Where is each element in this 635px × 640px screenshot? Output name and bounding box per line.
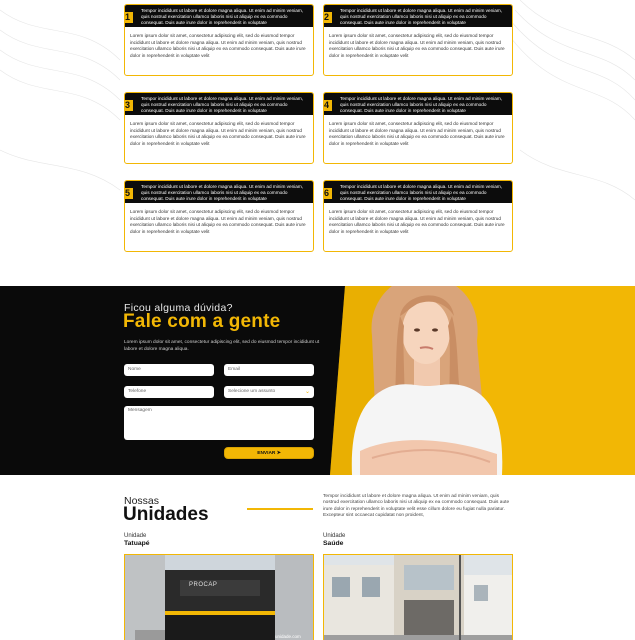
subject-value: Selecione um assunto [228,389,276,394]
storefront-image [324,555,512,640]
feature-card-header: 1 Tempor incididunt ut labore et dolore … [125,5,313,27]
send-label: ENVIAR [257,451,276,456]
feature-header-text: Tempor incididunt ut labore et dolore ma… [340,8,503,25]
feature-card-header: 4 Tempor incididunt ut labore et dolore … [324,93,512,115]
contact-background [330,286,635,475]
feature-body-text: Lorem ipsum dolor sit amet, consectetur … [130,209,306,234]
unit-name: Saúde [323,540,344,547]
unit-photo-tatuape[interactable]: PROCAP unidade.com [124,554,314,640]
phone-placeholder: Telefone [128,389,147,394]
feature-body-text: Lorem ipsum dolor sit amet, consectetur … [329,33,505,58]
feature-number: 1 [125,11,134,24]
feature-card: 6 Tempor incididunt ut labore et dolore … [323,180,513,252]
units-section: Nossas Unidades Tempor incididunt ut lab… [0,475,635,640]
message-field[interactable]: Mensagem [124,406,314,440]
unit-label: Unidade [124,533,147,539]
email-placeholder: Email [228,367,240,372]
contact-section: Ficou alguma dúvida? Fale com a gente Lo… [0,286,635,475]
feature-card: 5 Tempor incididunt ut labore et dolore … [124,180,314,252]
unit-photo-saude[interactable] [323,554,513,640]
feature-card: 4 Tempor incididunt ut labore et dolore … [323,92,513,164]
feature-body-text: Lorem ipsum dolor sit amet, consectetur … [130,121,306,146]
feature-header-text: Tempor incididunt ut labore et dolore ma… [141,184,304,201]
feature-body-text: Lorem ipsum dolor sit amet, consectetur … [130,33,306,58]
name-field[interactable]: Nome [124,364,214,376]
feature-number: 2 [324,11,333,24]
feature-body-text: Lorem ipsum dolor sit amet, consectetur … [329,121,505,146]
send-button[interactable]: ENVIAR ➤ [224,447,314,459]
feature-card: 3 Tempor incididunt ut labore et dolore … [124,92,314,164]
feature-number: 5 [125,187,134,200]
page: 1 Tempor incididunt ut labore et dolore … [0,0,635,640]
units-title: Unidades [123,504,209,525]
contact-title: Fale com a gente [123,311,281,332]
unit-name: Tatuapé [124,540,150,547]
feature-header-text: Tempor incididunt ut labore et dolore ma… [141,8,304,25]
contact-description: Lorem ipsum dolor sit amet, consectetur … [124,340,320,352]
email-field[interactable]: Email [224,364,314,376]
feature-card: 2 Tempor incididunt ut labore et dolore … [323,4,513,76]
feature-card-header: 3 Tempor incididunt ut labore et dolore … [125,93,313,115]
send-icon: ➤ [276,451,281,456]
storefront-website: unidade.com [275,634,301,639]
feature-body-text: Lorem ipsum dolor sit amet, consectetur … [329,209,505,234]
wave-pattern [0,0,635,201]
storefront-sign: PROCAP [189,582,218,588]
feature-card-header: 2 Tempor incididunt ut labore et dolore … [324,5,512,27]
feature-number: 4 [324,99,333,112]
feature-header-text: Tempor incididunt ut labore et dolore ma… [141,96,304,113]
feature-card-header: 6 Tempor incididunt ut labore et dolore … [324,181,512,203]
storefront-image [125,555,313,640]
feature-number: 6 [324,187,333,200]
feature-number: 3 [125,99,134,112]
units-divider [247,508,313,510]
unit-label: Unidade [323,533,346,539]
phone-field[interactable]: Telefone [124,386,214,398]
name-placeholder: Nome [128,367,141,372]
woman-photo [351,286,503,475]
feature-header-text: Tempor incididunt ut labore et dolore ma… [340,96,503,113]
feature-header-text: Tempor incididunt ut labore et dolore ma… [340,184,503,201]
chevron-down-icon: ⌄ [304,389,310,395]
subject-select[interactable]: Selecione um assunto ⌄ [224,386,314,398]
message-placeholder: Mensagem [128,408,152,413]
feature-card-header: 5 Tempor incididunt ut labore et dolore … [125,181,313,203]
feature-card: 1 Tempor incididunt ut labore et dolore … [124,4,314,76]
features-section: 1 Tempor incididunt ut labore et dolore … [0,0,635,286]
units-description: Tempor incididunt ut labore et dolore ma… [323,494,510,519]
